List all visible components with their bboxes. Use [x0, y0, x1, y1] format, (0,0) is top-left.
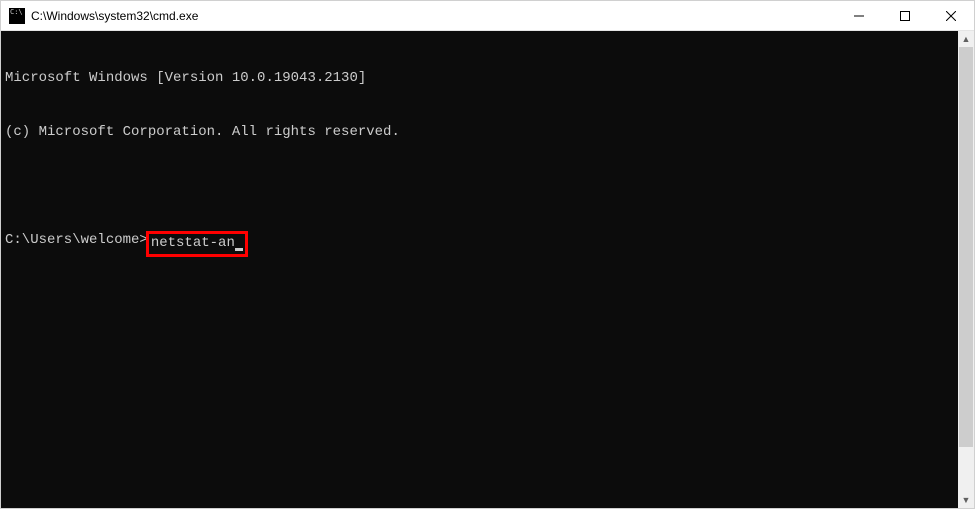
window-title: C:\Windows\system32\cmd.exe	[31, 9, 836, 23]
prompt-text: C:\Users\welcome>	[5, 231, 148, 249]
terminal-output[interactable]: Microsoft Windows [Version 10.0.19043.21…	[1, 31, 958, 508]
scroll-down-arrow[interactable]: ▼	[958, 492, 974, 508]
window-controls	[836, 1, 974, 30]
title-bar[interactable]: C:\Windows\system32\cmd.exe	[1, 1, 974, 31]
command-text: netstat-an	[151, 235, 235, 251]
scroll-up-arrow[interactable]: ▲	[958, 31, 974, 47]
minimize-button[interactable]	[836, 1, 882, 31]
scroll-thumb[interactable]	[959, 47, 973, 447]
copyright-line: (c) Microsoft Corporation. All rights re…	[5, 123, 954, 141]
vertical-scrollbar[interactable]: ▲ ▼	[958, 31, 974, 508]
close-button[interactable]	[928, 1, 974, 31]
banner-line: Microsoft Windows [Version 10.0.19043.21…	[5, 69, 954, 87]
text-cursor	[235, 248, 243, 251]
maximize-button[interactable]	[882, 1, 928, 31]
command-highlight: netstat-an	[146, 231, 248, 257]
prompt-line: C:\Users\welcome>netstat-an	[5, 231, 954, 257]
terminal-container: Microsoft Windows [Version 10.0.19043.21…	[1, 31, 974, 508]
blank-line	[5, 177, 954, 195]
cmd-icon	[9, 8, 25, 24]
